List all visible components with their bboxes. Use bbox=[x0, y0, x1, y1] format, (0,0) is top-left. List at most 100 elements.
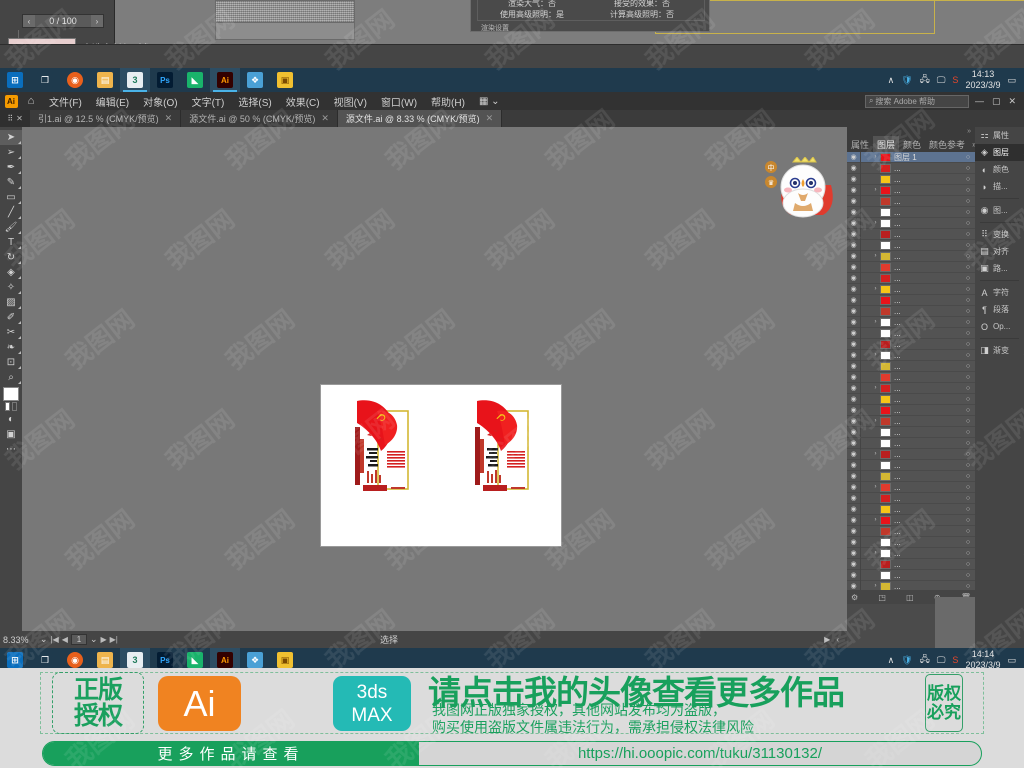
banner-url-bar[interactable]: 更多作品请查看 https://hi.ooopic.com/tuku/31130… bbox=[42, 741, 982, 766]
arrange-documents-icon[interactable]: ▦ ⌄ bbox=[472, 96, 507, 107]
layer-target-icon[interactable]: ○ bbox=[961, 539, 975, 546]
layer-lock-toggle[interactable] bbox=[860, 173, 871, 185]
zoom-level-value[interactable]: 8.33% bbox=[3, 635, 37, 645]
layer-row[interactable]: ◉ ›... ○ bbox=[847, 382, 975, 394]
layer-name[interactable]: ... bbox=[891, 549, 961, 558]
layer-name[interactable]: ... bbox=[891, 285, 961, 294]
layer-name[interactable]: ... bbox=[891, 230, 961, 239]
illustrator-toolbar[interactable]: ➤ ➢ ✒ ✎ ▭ ╱ 🖌 T ↻ ◈ ✧ ▨ ✐ ✂ ❧ ⊡ ⌕ ◐ ▣ ⋯ bbox=[0, 127, 22, 648]
layer-row[interactable]: ◉... ○ bbox=[847, 239, 975, 251]
layer-lock-toggle[interactable] bbox=[860, 492, 871, 504]
document-tab-2[interactable]: 源文件.ai @ 50 % (CMYK/预览) ✕ bbox=[181, 110, 338, 127]
layer-lock-toggle[interactable] bbox=[860, 481, 871, 493]
artboard-nav-last[interactable]: ▶| bbox=[110, 635, 118, 644]
scissors-tool[interactable]: ✂ bbox=[0, 325, 22, 340]
direct-selection-tool[interactable]: ➢ bbox=[0, 145, 22, 160]
layer-row[interactable]: ◉... ○ bbox=[847, 558, 975, 570]
layer-target-icon[interactable]: ○ bbox=[961, 220, 975, 227]
layer-visibility-icon[interactable]: ◉ bbox=[847, 406, 860, 414]
layer-visibility-icon[interactable]: ◉ bbox=[847, 450, 860, 458]
tab-close-icon[interactable]: ✕ bbox=[321, 113, 329, 124]
layer-lock-toggle[interactable] bbox=[860, 206, 871, 218]
layer-target-icon[interactable]: ○ bbox=[961, 418, 975, 425]
rotate-tool[interactable]: ↻ bbox=[0, 250, 22, 265]
layer-visibility-icon[interactable]: ◉ bbox=[847, 384, 860, 392]
taskbar-app-picture[interactable]: ▣ bbox=[270, 68, 300, 92]
layer-target-icon[interactable]: ○ bbox=[961, 187, 975, 194]
layer-options-icon[interactable]: ⚙ bbox=[851, 593, 858, 602]
tray-chevron-icon[interactable]: ∧ bbox=[888, 75, 895, 86]
layer-lock-toggle[interactable] bbox=[860, 272, 871, 284]
document-tab-1[interactable]: 引1.ai @ 12.5 % (CMYK/预览) ✕ bbox=[30, 110, 182, 127]
layers-list[interactable]: ◉ › 图层 1 ○ ◉... ○ ◉... ○ ◉ ›... ○ ◉... ○ ◉... ○ ◉ ›... ○ ◉… bbox=[847, 152, 975, 590]
artboard-caret-icon[interactable]: ⌄ bbox=[90, 634, 98, 645]
zoom-tool[interactable]: ⌕ bbox=[0, 370, 22, 385]
layer-expand-icon[interactable]: › bbox=[871, 550, 880, 556]
tray-app-icon[interactable]: S bbox=[952, 655, 958, 665]
layer-name[interactable]: ... bbox=[891, 307, 961, 316]
taskbar-app-3dsmax[interactable]: 3 bbox=[120, 68, 150, 92]
layer-target-icon[interactable]: ○ bbox=[961, 242, 975, 249]
layer-target-icon[interactable]: ○ bbox=[961, 198, 975, 205]
taskbar-app-firefox[interactable]: ◉ bbox=[60, 68, 90, 92]
layer-name[interactable]: ... bbox=[891, 494, 961, 503]
layer-row[interactable]: ◉... ○ bbox=[847, 272, 975, 284]
tray-network-icon[interactable]: 🖧 bbox=[920, 652, 930, 668]
artboard-number-field[interactable]: 1 bbox=[70, 634, 87, 645]
notification-center-icon-bottom[interactable]: ▭ bbox=[1007, 655, 1016, 666]
gradient-tool[interactable]: ▨ bbox=[0, 295, 22, 310]
new-sublayer-icon[interactable]: ◫ bbox=[906, 593, 914, 602]
layer-target-icon[interactable]: ○ bbox=[961, 473, 975, 480]
layer-row[interactable]: ◉ ›... ○ bbox=[847, 547, 975, 559]
layer-lock-toggle[interactable] bbox=[860, 580, 871, 590]
statusbar-play-icon[interactable]: ▶ bbox=[824, 635, 830, 644]
layer-name[interactable]: ... bbox=[891, 329, 961, 338]
paintbrush-tool[interactable]: 🖌 bbox=[0, 220, 22, 235]
layer-row[interactable]: ◉ ›... ○ bbox=[847, 316, 975, 328]
frame-spinner[interactable]: ‹ 0 / 100 › bbox=[22, 14, 104, 28]
menu-select[interactable]: 选择(S) bbox=[231, 94, 278, 109]
fill-color-swatch[interactable] bbox=[3, 387, 19, 401]
document-statusbar[interactable]: 8.33% ⌄ |◀ ◀ 1 ⌄ ▶ ▶| 选择 ▶ ‹ bbox=[0, 631, 847, 648]
layer-row[interactable]: ◉ ›... ○ bbox=[847, 448, 975, 460]
layer-target-icon[interactable]: ○ bbox=[961, 495, 975, 502]
dock-item-变换[interactable]: ⠿ 变换 bbox=[975, 226, 1024, 243]
layer-row[interactable]: ◉... ○ bbox=[847, 261, 975, 273]
layer-visibility-icon[interactable]: ◉ bbox=[847, 164, 860, 172]
layer-row[interactable]: ◉... ○ bbox=[847, 360, 975, 372]
layer-name[interactable]: ... bbox=[891, 483, 961, 492]
layer-target-icon[interactable]: ○ bbox=[961, 330, 975, 337]
fill-stroke-control[interactable] bbox=[0, 387, 22, 412]
layer-expand-icon[interactable]: › bbox=[871, 385, 880, 391]
layer-target-icon[interactable]: ○ bbox=[961, 286, 975, 293]
layer-target-icon[interactable]: ○ bbox=[961, 176, 975, 183]
layer-name[interactable]: ... bbox=[891, 318, 961, 327]
layer-target-icon[interactable]: ○ bbox=[961, 462, 975, 469]
document-tabbar[interactable]: ⠿ ✕ 引1.ai @ 12.5 % (CMYK/预览) ✕ 源文件.ai @ 5… bbox=[0, 110, 1024, 127]
layer-row[interactable]: ◉... ○ bbox=[847, 470, 975, 482]
layer-name[interactable]: ... bbox=[891, 428, 961, 437]
layer-name[interactable]: ... bbox=[891, 582, 961, 591]
layer-visibility-icon[interactable]: ◉ bbox=[847, 241, 860, 249]
pen-tool[interactable]: ✒ bbox=[0, 160, 22, 175]
layer-row[interactable]: ◉ ›... ○ bbox=[847, 481, 975, 493]
layer-expand-icon[interactable]: › bbox=[871, 187, 880, 193]
layer-lock-toggle[interactable] bbox=[860, 228, 871, 240]
layer-lock-toggle[interactable] bbox=[860, 184, 871, 196]
layer-target-icon[interactable]: ○ bbox=[961, 341, 975, 348]
layer-visibility-icon[interactable]: ◉ bbox=[847, 318, 860, 326]
layer-lock-toggle[interactable] bbox=[860, 338, 871, 350]
tray-app-icon[interactable]: S bbox=[952, 75, 958, 85]
tabbar-dock-handle[interactable]: ⠿ ✕ bbox=[0, 110, 30, 127]
layer-name[interactable]: ... bbox=[891, 439, 961, 448]
layer-visibility-icon[interactable]: ◉ bbox=[847, 549, 860, 557]
layer-target-icon[interactable]: ○ bbox=[961, 374, 975, 381]
layer-name[interactable]: ... bbox=[891, 472, 961, 481]
taskbar-app-illustrator[interactable]: Ai bbox=[210, 68, 240, 92]
layer-target-icon[interactable]: ○ bbox=[961, 264, 975, 271]
layer-visibility-icon[interactable]: ◉ bbox=[847, 285, 860, 293]
layer-visibility-icon[interactable]: ◉ bbox=[847, 263, 860, 271]
menu-edit[interactable]: 编辑(E) bbox=[89, 94, 136, 109]
layer-target-icon[interactable]: ○ bbox=[961, 484, 975, 491]
layer-lock-toggle[interactable] bbox=[860, 250, 871, 262]
